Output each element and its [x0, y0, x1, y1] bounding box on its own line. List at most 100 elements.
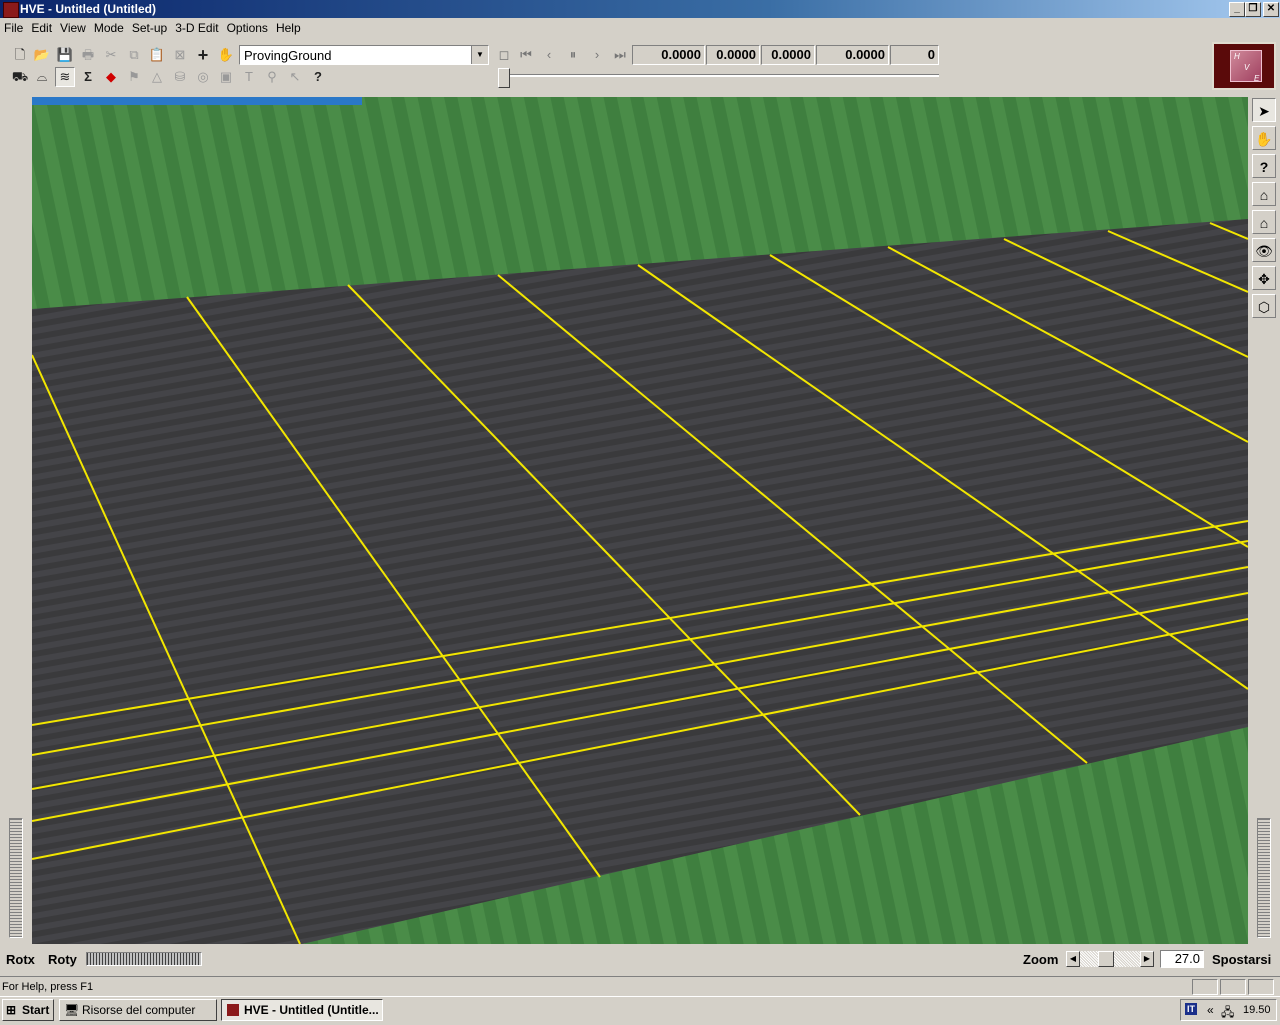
chevron-down-icon[interactable]: ▼ — [471, 46, 488, 64]
start-button[interactable]: ⊞ Start — [2, 999, 54, 1021]
box-icon[interactable]: ▣ — [216, 67, 236, 87]
timeline-slider-thumb[interactable] — [498, 68, 510, 88]
title-bar: HVE - Untitled (Untitled) _ ❐ ✕ — [0, 0, 1280, 18]
zoom-input[interactable]: 27.0 — [1160, 950, 1204, 968]
menu-mode[interactable]: Mode — [90, 18, 128, 35]
menu-bar: File Edit View Mode Set-up 3-D Edit Options Hel… — [0, 18, 1280, 38]
timeline-track[interactable] — [502, 74, 939, 77]
menu-edit[interactable]: Edit — [27, 18, 56, 35]
new-file-icon[interactable]: 🗋 — [10, 45, 30, 65]
hve-app-icon — [227, 1004, 239, 1016]
target-icon[interactable]: ◎ — [193, 67, 213, 87]
move-label[interactable]: Spostarsi — [1212, 952, 1271, 967]
scene-render — [32, 97, 1248, 944]
close-button[interactable]: ✕ — [1263, 2, 1279, 17]
help-question-icon[interactable]: ? — [308, 67, 328, 87]
menu-help[interactable]: Help — [272, 18, 305, 35]
home-set-icon[interactable]: ⌂ — [1252, 210, 1276, 234]
select-arrow-icon[interactable]: ➤ — [1252, 98, 1276, 122]
hand-select-icon[interactable]: ✋ — [216, 45, 236, 65]
tray-expand-icon[interactable]: « — [1207, 1003, 1214, 1017]
taskbar-item-label: Risorse del computer — [82, 1003, 196, 1017]
taskbar-item-hve[interactable]: HVE - Untitled (Untitle... — [221, 999, 383, 1021]
flag-icon[interactable]: ⚑ — [124, 67, 144, 87]
playback-icon[interactable]: ◆ — [101, 67, 121, 87]
scene-selector[interactable]: ProvingGround ▼ — [239, 45, 489, 65]
menu-setup[interactable]: Set-up — [128, 18, 171, 35]
app-icon[interactable] — [3, 2, 19, 18]
scene-selector-value: ProvingGround — [244, 48, 332, 63]
step-back-icon[interactable]: ‹ — [539, 45, 559, 65]
menu-3d-edit[interactable]: 3-D Edit — [171, 18, 222, 35]
maximize-button[interactable]: ❐ — [1245, 2, 1261, 17]
open-folder-icon[interactable]: 📂 — [32, 45, 52, 65]
skip-start-icon[interactable]: ⏮ — [516, 45, 536, 65]
logo-letter-v: V — [1244, 63, 1250, 72]
status-pane-1 — [1192, 979, 1218, 995]
start-label: Start — [22, 1003, 50, 1017]
pause-icon[interactable]: ⏸ — [563, 45, 583, 65]
roty-label: Roty — [48, 952, 77, 967]
add-icon[interactable]: + — [193, 45, 213, 65]
help-icon[interactable]: ? — [1252, 154, 1276, 178]
stop-icon[interactable]: ◻ — [494, 45, 514, 65]
sky-strip — [32, 97, 362, 105]
3d-viewport[interactable] — [32, 97, 1248, 944]
cursor-tool-icon[interactable]: ↖ — [285, 67, 305, 87]
time-readout: 0.0000 — [632, 45, 705, 65]
paste-icon[interactable]: 📋 — [147, 45, 167, 65]
wireframe-icon[interactable]: ⬡ — [1252, 294, 1276, 318]
menu-file[interactable]: File — [0, 18, 27, 35]
move-crosshair-icon[interactable]: ✥ — [1252, 266, 1276, 290]
status-bar: For Help, press F1 — [0, 976, 1280, 997]
status-pane-3 — [1248, 979, 1274, 995]
left-vertical-slider[interactable] — [9, 818, 23, 938]
pin-icon[interactable]: ⚲ — [262, 67, 282, 87]
rotx-label: Rotx — [6, 952, 35, 967]
copy-icon[interactable]: ⧉ — [124, 45, 144, 65]
skip-end-icon[interactable]: ⏭ — [610, 45, 630, 65]
clock: 19.50 — [1243, 1004, 1271, 1016]
computer-icon: 🖥 — [64, 1003, 80, 1017]
zoom-label: Zoom — [1023, 952, 1059, 967]
x-readout: 0.0000 — [706, 45, 760, 65]
environment-icon[interactable]: ⌓ — [32, 67, 52, 87]
system-tray: IT « 🖧 19.50 — [1180, 999, 1277, 1021]
zoom-right-arrow-icon[interactable]: ▶ — [1140, 951, 1154, 967]
sigma-icon[interactable]: Σ — [78, 67, 98, 87]
print-icon[interactable]: 🖶 — [78, 45, 98, 65]
taskbar-item-label: HVE - Untitled (Untitle... — [244, 1003, 379, 1017]
cylinder-icon[interactable]: ⛁ — [170, 67, 190, 87]
network-icon[interactable]: 🖧 — [1221, 1003, 1234, 1024]
home-icon[interactable]: ⌂ — [1252, 182, 1276, 206]
zoom-slider-thumb[interactable] — [1098, 951, 1114, 967]
zoom-left-arrow-icon[interactable]: ◀ — [1066, 951, 1080, 967]
y-readout: 0.0000 — [761, 45, 815, 65]
taskbar-item-my-computer[interactable]: 🖥 Risorse del computer — [59, 999, 217, 1021]
right-vertical-slider[interactable] — [1257, 818, 1271, 938]
logo-letter-h: H — [1234, 52, 1240, 61]
save-icon[interactable]: 💾 — [55, 45, 75, 65]
window-title: HVE - Untitled (Untitled) — [20, 2, 156, 16]
status-text: For Help, press F1 — [2, 981, 94, 993]
delete-icon[interactable]: ⊠ — [170, 45, 190, 65]
hve-logo: H V E — [1212, 42, 1276, 90]
frame-readout: 0 — [890, 45, 939, 65]
menu-options[interactable]: Options — [223, 18, 272, 35]
text-tool-icon[interactable]: T — [239, 67, 259, 87]
cut-icon[interactable]: ✂ — [101, 45, 121, 65]
cone-icon[interactable]: △ — [147, 67, 167, 87]
z-readout: 0.0000 — [816, 45, 889, 65]
roty-slider[interactable] — [86, 952, 202, 966]
eye-view-icon[interactable]: 👁 — [1252, 238, 1276, 262]
menu-view[interactable]: View — [56, 18, 90, 35]
status-pane-2 — [1220, 979, 1246, 995]
pan-hand-icon[interactable]: ✋ — [1252, 126, 1276, 150]
language-indicator[interactable]: IT — [1185, 1003, 1197, 1015]
windows-logo-icon: ⊞ — [6, 1003, 17, 1017]
step-forward-icon[interactable]: › — [587, 45, 607, 65]
minimize-button[interactable]: _ — [1229, 2, 1245, 17]
vehicle-icon[interactable]: ⛟ — [10, 67, 30, 87]
terrain-icon[interactable]: ≋ — [55, 67, 75, 87]
logo-letter-e: E — [1254, 74, 1260, 83]
